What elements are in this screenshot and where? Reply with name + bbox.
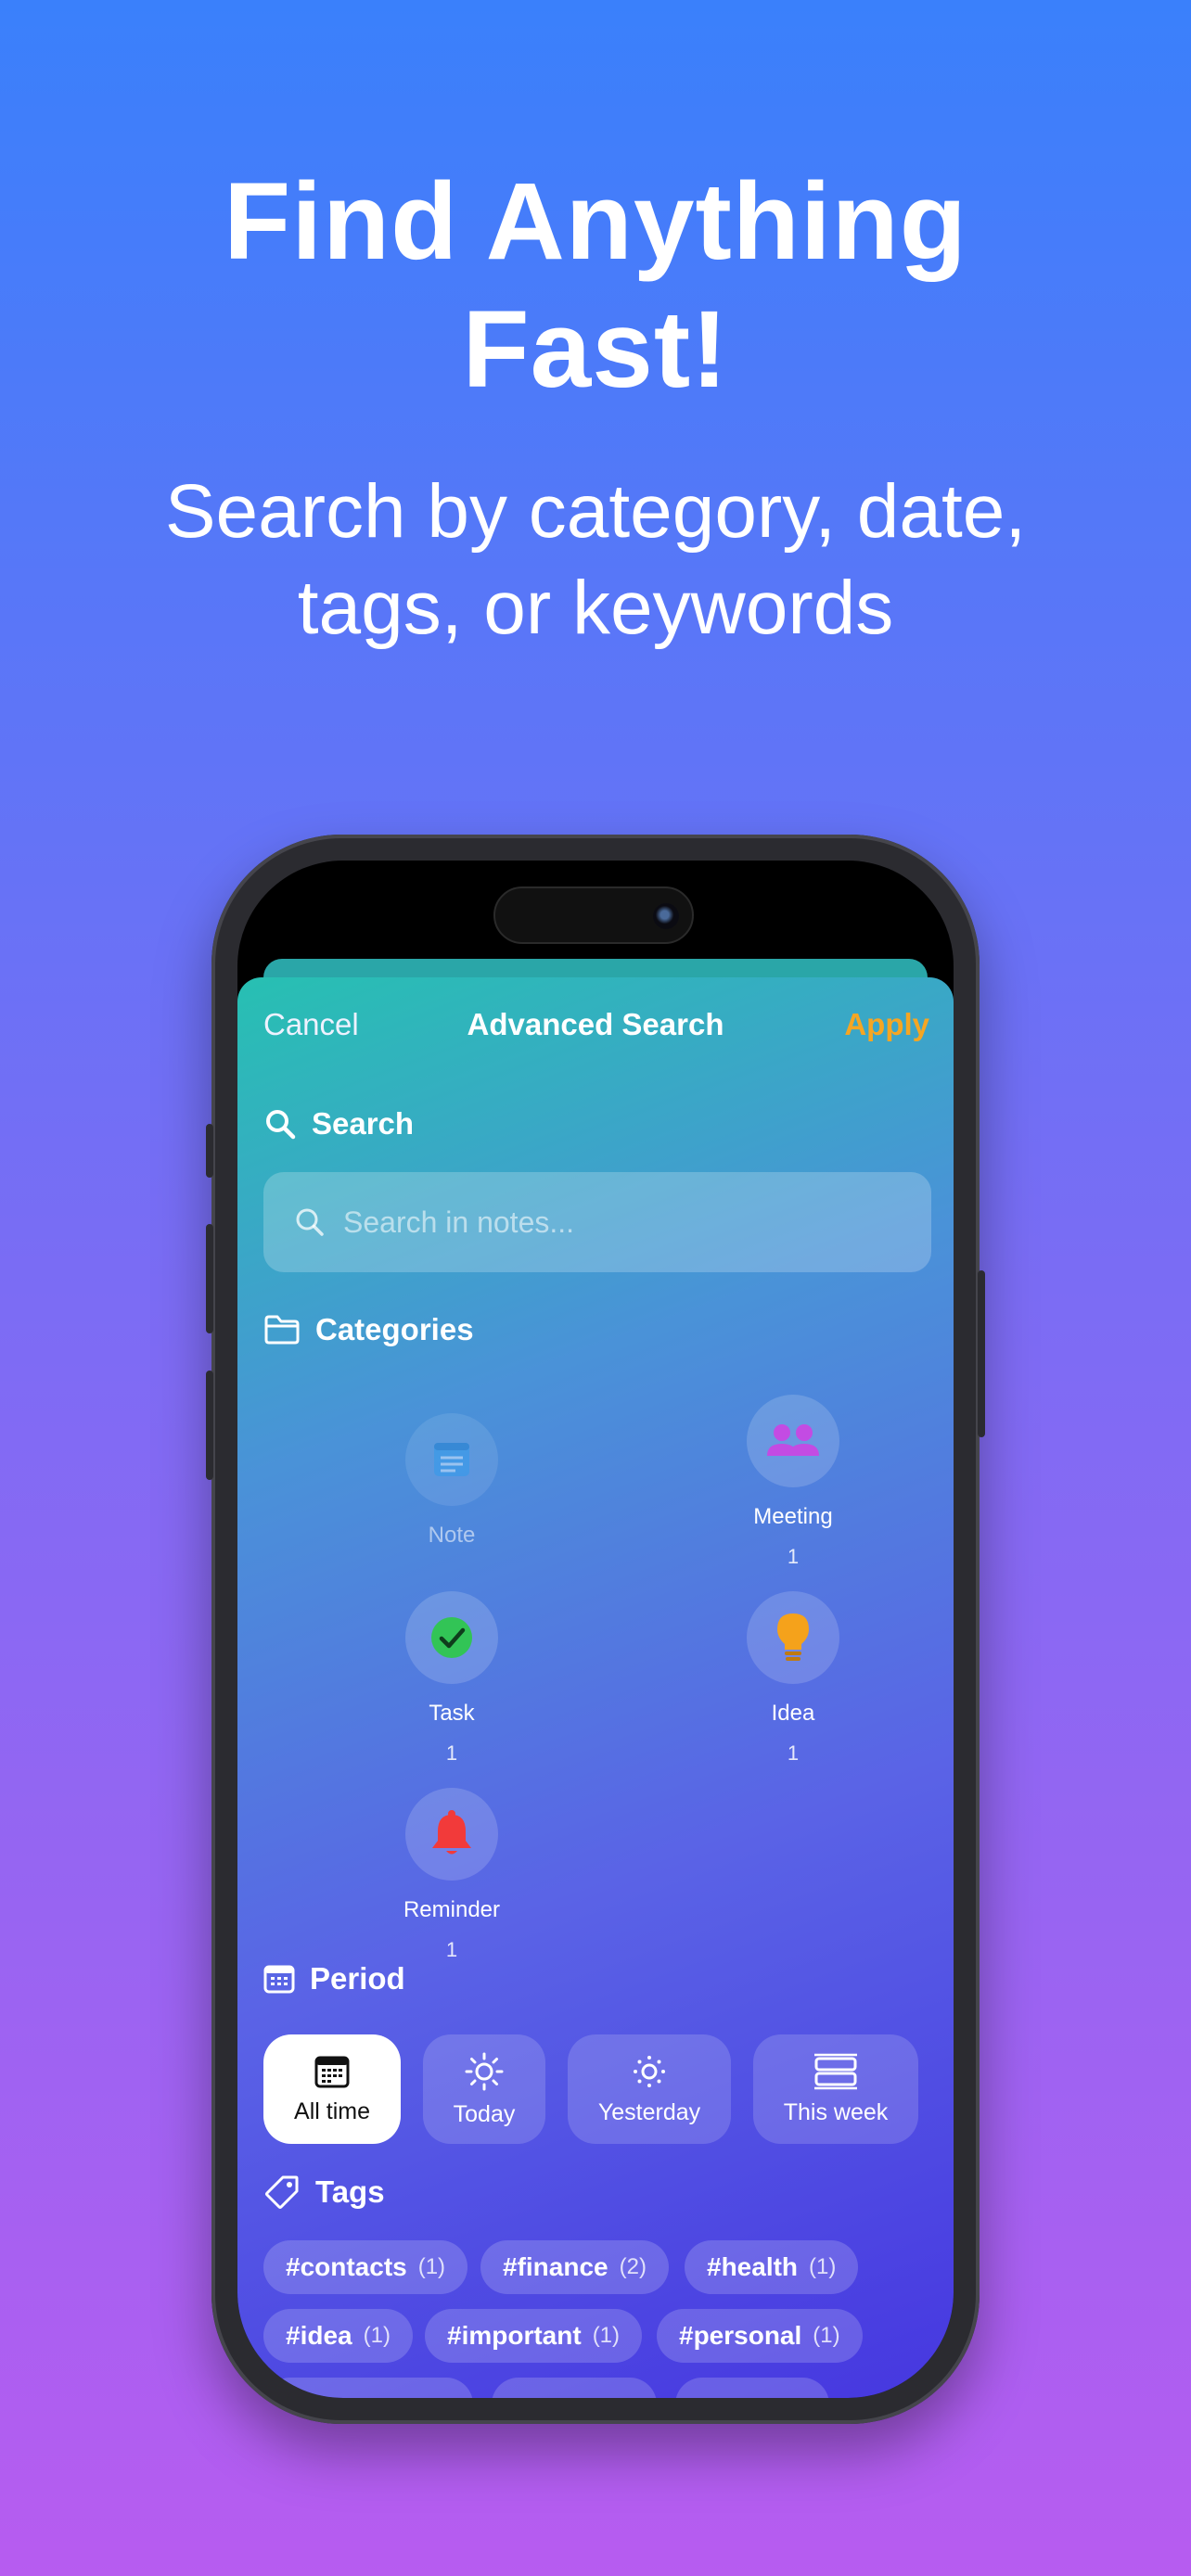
tag-count: (1) — [592, 2323, 621, 2348]
tag-chip[interactable]: #idea (1) — [263, 2309, 413, 2363]
bell-icon — [432, 1810, 471, 1855]
search-icon — [266, 1110, 296, 1140]
category-idea-label: Idea — [771, 1701, 815, 1726]
tag-count: (1) — [809, 2254, 837, 2279]
calendar-icon — [314, 2056, 350, 2087]
lightbulb-icon — [777, 1613, 809, 1661]
categories-section-header: Categories — [263, 1309, 474, 1350]
apply-button[interactable]: Apply — [844, 1007, 929, 1042]
search-field[interactable] — [263, 1172, 931, 1272]
period-option-today-label: Today — [453, 2100, 516, 2127]
period-option-yesterday[interactable]: Yesterday — [568, 2034, 731, 2144]
category-idea-count: 1 — [787, 1741, 800, 1765]
category-note-label: Note — [428, 1523, 476, 1548]
period-section-header: Period — [263, 1958, 405, 1999]
category-task-count: 1 — [445, 1741, 458, 1765]
phone-display: Cancel Advanced Search Apply Search Sear… — [237, 861, 954, 2398]
search-section-header: Search — [263, 1103, 414, 1144]
hero-subtitle-line1: Search by category, date, — [164, 469, 1027, 554]
period-option-this-week-label: This week — [783, 2098, 889, 2125]
dynamic-island — [493, 886, 694, 944]
advanced-search-sheet: Cancel Advanced Search Apply Search Sear… — [237, 977, 954, 2398]
tags-section-label: Tags — [315, 2174, 385, 2209]
search-section-label: Search — [312, 1106, 415, 1141]
phone-volume-down-button — [206, 1371, 213, 1480]
category-idea[interactable]: Idea 1 — [700, 1591, 886, 1766]
week-icon — [814, 2053, 857, 2089]
phone-volume-up-button — [206, 1224, 213, 1333]
category-reminder-label: Reminder — [403, 1897, 501, 1922]
category-reminder-badge — [405, 1788, 498, 1881]
period-option-today[interactable]: Today — [423, 2034, 545, 2144]
note-icon — [434, 1443, 469, 1476]
category-meeting[interactable]: Meeting 1 — [700, 1395, 886, 1569]
tag-name: #contacts — [286, 2252, 407, 2281]
period-option-this-week[interactable]: This week — [753, 2034, 918, 2144]
tag-name: #personal — [679, 2321, 802, 2350]
phone-power-button — [978, 1270, 985, 1437]
tag-name: #idea — [286, 2321, 352, 2350]
tags-section-header: Tags — [263, 2172, 385, 2213]
sun-small-icon — [634, 2055, 665, 2087]
period-section-label: Period — [310, 1961, 405, 1996]
hero-subtitle-line2: tags, or keywords — [297, 566, 894, 650]
category-reminder[interactable]: Reminder 1 — [359, 1788, 544, 1962]
search-input[interactable] — [343, 1205, 900, 1240]
search-field-icon — [296, 1208, 324, 1236]
tag-chip[interactable]: #health (1) — [685, 2240, 859, 2294]
category-meeting-label: Meeting — [753, 1504, 833, 1529]
people-icon — [767, 1424, 819, 1456]
categories-section-label: Categories — [315, 1312, 474, 1346]
hero-title-line2: Fast! — [462, 288, 729, 411]
period-option-all-time-label: All time — [294, 2098, 370, 2124]
period-option-all-time[interactable]: All time — [263, 2034, 401, 2144]
tag-count: (1) — [363, 2323, 391, 2348]
tag-chip[interactable]: #contacts (1) — [263, 2240, 468, 2294]
period-option-yesterday-label: Yesterday — [597, 2098, 701, 2125]
tag-name: #health — [707, 2252, 799, 2281]
tag-count: (1) — [417, 2254, 446, 2279]
folder-icon — [264, 1315, 300, 1345]
hero-subtitle: Search by category, date, tags, or keywo… — [0, 464, 1191, 657]
tag-chip[interactable]: #finance (2) — [480, 2240, 669, 2294]
category-idea-badge — [747, 1591, 839, 1684]
category-note[interactable]: Note — [359, 1413, 544, 1549]
tag-chip-partial[interactable] — [492, 2378, 657, 2398]
tag-chip-partial[interactable] — [263, 2378, 473, 2398]
tag-count: (1) — [813, 2323, 840, 2348]
tag-count: (2) — [619, 2254, 647, 2279]
tag-name: #important — [447, 2321, 582, 2350]
phone-action-button — [206, 1124, 213, 1178]
tag-icon — [265, 2175, 299, 2209]
tag-name: #finance — [503, 2252, 608, 2281]
calendar-icon — [263, 1965, 295, 1994]
tag-chip-partial[interactable] — [675, 2378, 829, 2398]
category-meeting-badge — [747, 1395, 839, 1487]
sun-icon — [465, 2052, 504, 2090]
nav-bar: Cancel Advanced Search Apply — [237, 1007, 954, 1053]
category-meeting-count: 1 — [787, 1545, 800, 1568]
hero-title-line1: Find Anything — [224, 160, 967, 283]
category-note-badge — [405, 1413, 498, 1506]
camera-icon — [653, 903, 679, 929]
checkmark-icon — [431, 1617, 472, 1658]
category-task-badge — [405, 1591, 498, 1684]
category-task[interactable]: Task 1 — [359, 1591, 544, 1766]
tag-chip[interactable]: #personal (1) — [657, 2309, 863, 2363]
hero-title: Find Anything Fast! — [0, 158, 1191, 414]
phone-frame: Cancel Advanced Search Apply Search Sear… — [206, 835, 985, 2424]
category-task-label: Task — [429, 1701, 475, 1726]
tag-chip[interactable]: #important (1) — [425, 2309, 643, 2363]
